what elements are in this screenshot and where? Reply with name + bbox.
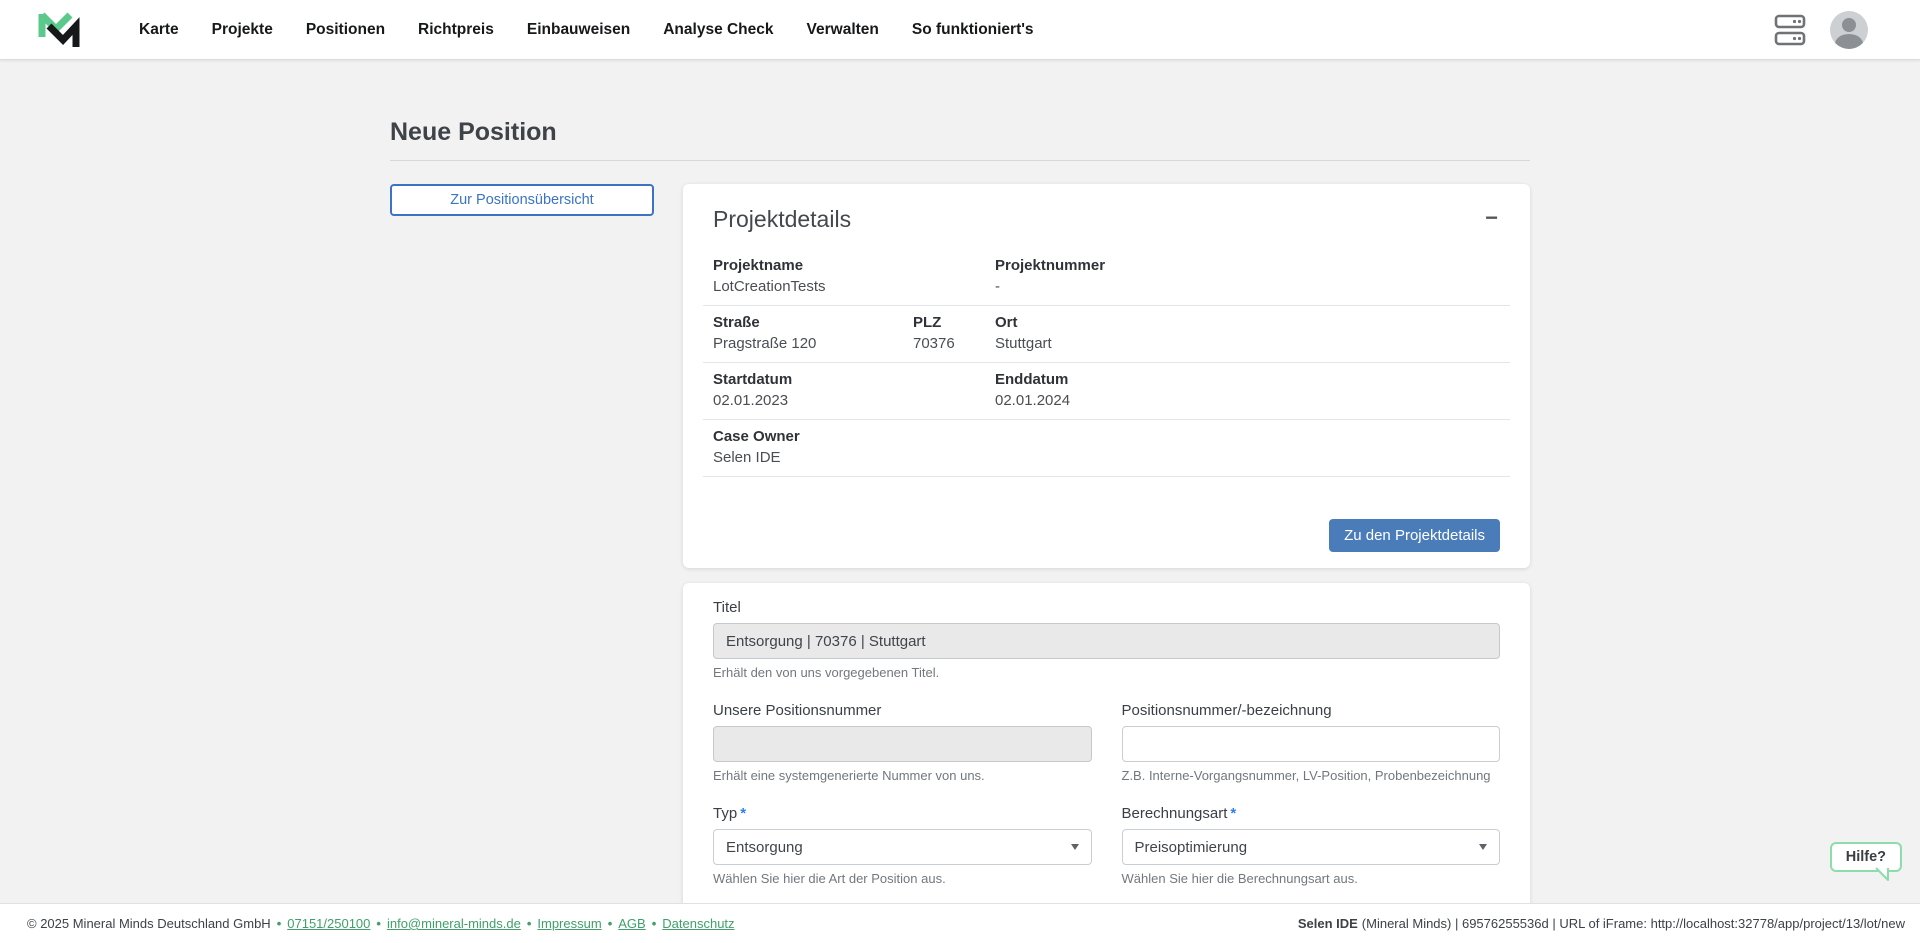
berechnungsart-helper-text: Wählen Sie hier die Berechnungsart aus. [1122, 871, 1501, 886]
collapse-minus-icon[interactable]: − [1483, 206, 1500, 230]
navbar-right-controls [1774, 11, 1868, 49]
user-avatar-icon[interactable] [1830, 11, 1868, 49]
footer: © 2025 Mineral Minds Deutschland GmbH • … [0, 903, 1920, 943]
strasse-label: Straße [713, 314, 893, 331]
nav-item-projekte[interactable]: Projekte [212, 21, 273, 39]
typ-field-group: Typ* Entsorgung Wählen Sie hier die Art … [713, 805, 1092, 886]
berechnungsart-label: Berechnungsart* [1122, 805, 1501, 822]
separator-dot: • [376, 916, 381, 931]
projektnummer-value: - [995, 278, 1500, 295]
unsere-positionsnummer-label: Unsere Positionsnummer [713, 702, 1092, 719]
startdatum-value: 02.01.2023 [713, 392, 975, 409]
new-position-form-card: Titel Erhält den von uns vorgegebenen Ti… [683, 583, 1530, 903]
titel-label: Titel [713, 599, 1500, 616]
separator-dot: • [652, 916, 657, 931]
nav-item-so-funktionierts[interactable]: So funktioniert's [912, 21, 1034, 39]
required-asterisk: * [740, 805, 746, 822]
project-details-table: Projektname LotCreationTests Projektnumm… [703, 249, 1510, 477]
footer-link-email[interactable]: info@mineral-minds.de [387, 916, 521, 931]
session-status-text: Selen IDE (Mineral Minds) | 69576255536d … [1298, 916, 1905, 931]
top-navbar: Karte Projekte Positionen Richtpreis Ein… [0, 0, 1920, 60]
separator-dot: • [277, 916, 282, 931]
table-row: Projektname LotCreationTests Projektnumm… [703, 249, 1510, 306]
unsere-positionsnummer-input [713, 726, 1092, 762]
footer-left: © 2025 Mineral Minds Deutschland GmbH • … [27, 916, 735, 931]
separator-dot: • [608, 916, 613, 931]
speech-bubble-tail-icon [1875, 867, 1891, 882]
footer-link-agb[interactable]: AGB [618, 916, 645, 931]
ort-value: Stuttgart [995, 335, 1500, 352]
footer-link-impressum[interactable]: Impressum [537, 916, 601, 931]
table-row: Straße Pragstraße 120 PLZ 70376 Ort Stut… [703, 306, 1510, 363]
typ-helper-text: Wählen Sie hier die Art der Position aus… [713, 871, 1092, 886]
titel-input [713, 623, 1500, 659]
nav-item-einbauweisen[interactable]: Einbauweisen [527, 21, 630, 39]
project-details-card: Projektdetails − Projektname LotCreation… [683, 184, 1530, 568]
startdatum-label: Startdatum [713, 371, 975, 388]
positionsnummer-label: Positionsnummer/-bezeichnung [1122, 702, 1501, 719]
chevron-down-icon [1479, 844, 1487, 850]
required-asterisk: * [1230, 805, 1236, 822]
chevron-down-icon [1071, 844, 1079, 850]
nav-item-karte[interactable]: Karte [139, 21, 179, 39]
page-title: Neue Position [390, 118, 1530, 147]
typ-selected-value: Entsorgung [726, 839, 803, 856]
main-navigation: Karte Projekte Positionen Richtpreis Ein… [139, 21, 1034, 39]
mineral-minds-logo-icon[interactable] [36, 7, 82, 53]
footer-link-phone[interactable]: 07151/250100 [287, 916, 370, 931]
titel-helper-text: Erhält den von uns vorgegebenen Titel. [713, 665, 1500, 680]
separator-dot: • [527, 916, 532, 931]
help-button[interactable]: Hilfe? [1830, 842, 1902, 872]
enddatum-value: 02.01.2024 [995, 392, 1500, 409]
projektnummer-label: Projektnummer [995, 257, 1500, 274]
plz-value: 70376 [913, 335, 975, 352]
session-user: Selen IDE [1298, 916, 1358, 931]
table-row: Startdatum 02.01.2023 Enddatum 02.01.202… [703, 363, 1510, 420]
berechnungsart-selected-value: Preisoptimierung [1135, 839, 1248, 856]
projektname-value: LotCreationTests [713, 278, 975, 295]
avatar-shoulders [1835, 34, 1863, 49]
typ-label: Typ* [713, 805, 1092, 822]
plz-label: PLZ [913, 314, 975, 331]
berechnungsart-field-group: Berechnungsart* Preisoptimierung Wählen … [1122, 805, 1501, 886]
case-owner-value: Selen IDE [713, 449, 1500, 466]
nav-item-positionen[interactable]: Positionen [306, 21, 385, 39]
project-card-title: Projektdetails [713, 206, 851, 233]
berechnungsart-select[interactable]: Preisoptimierung [1122, 829, 1501, 865]
back-to-positions-button[interactable]: Zur Positionsübersicht [390, 184, 654, 216]
titel-field-group: Titel Erhält den von uns vorgegebenen Ti… [713, 599, 1500, 680]
avatar-head [1842, 18, 1856, 32]
positionsnummer-input[interactable] [1122, 726, 1501, 762]
projektname-label: Projektname [713, 257, 975, 274]
enddatum-label: Enddatum [995, 371, 1500, 388]
server-icon[interactable] [1774, 13, 1806, 47]
strasse-value: Pragstraße 120 [713, 335, 893, 352]
table-row: Case Owner Selen IDE [703, 420, 1510, 477]
go-to-project-details-button[interactable]: Zu den Projektdetails [1329, 519, 1500, 552]
ort-label: Ort [995, 314, 1500, 331]
nav-item-richtpreis[interactable]: Richtpreis [418, 21, 494, 39]
footer-link-datenschutz[interactable]: Datenschutz [662, 916, 734, 931]
case-owner-label: Case Owner [713, 428, 1500, 445]
main-content: Neue Position Zur Positionsübersicht Pro… [0, 60, 1920, 903]
title-divider [390, 160, 1530, 161]
unsere-positionsnummer-helper-text: Erhält eine systemgenerierte Nummer von … [713, 768, 1092, 783]
positionsnummer-field-group: Positionsnummer/-bezeichnung Z.B. Intern… [1122, 702, 1501, 783]
unsere-positionsnummer-field-group: Unsere Positionsnummer Erhält eine syste… [713, 702, 1092, 783]
help-button-label: Hilfe? [1846, 849, 1886, 865]
nav-item-analyse-check[interactable]: Analyse Check [663, 21, 773, 39]
session-info: (Mineral Minds) | 69576255536d | URL of … [1362, 916, 1905, 931]
right-column: Projektdetails − Projektname LotCreation… [683, 184, 1530, 903]
left-column: Zur Positionsübersicht [390, 184, 654, 216]
typ-select[interactable]: Entsorgung [713, 829, 1092, 865]
positionsnummer-helper-text: Z.B. Interne-Vorgangsnummer, LV-Position… [1122, 768, 1501, 783]
nav-item-verwalten[interactable]: Verwalten [807, 21, 879, 39]
copyright-text: © 2025 Mineral Minds Deutschland GmbH [27, 916, 271, 931]
